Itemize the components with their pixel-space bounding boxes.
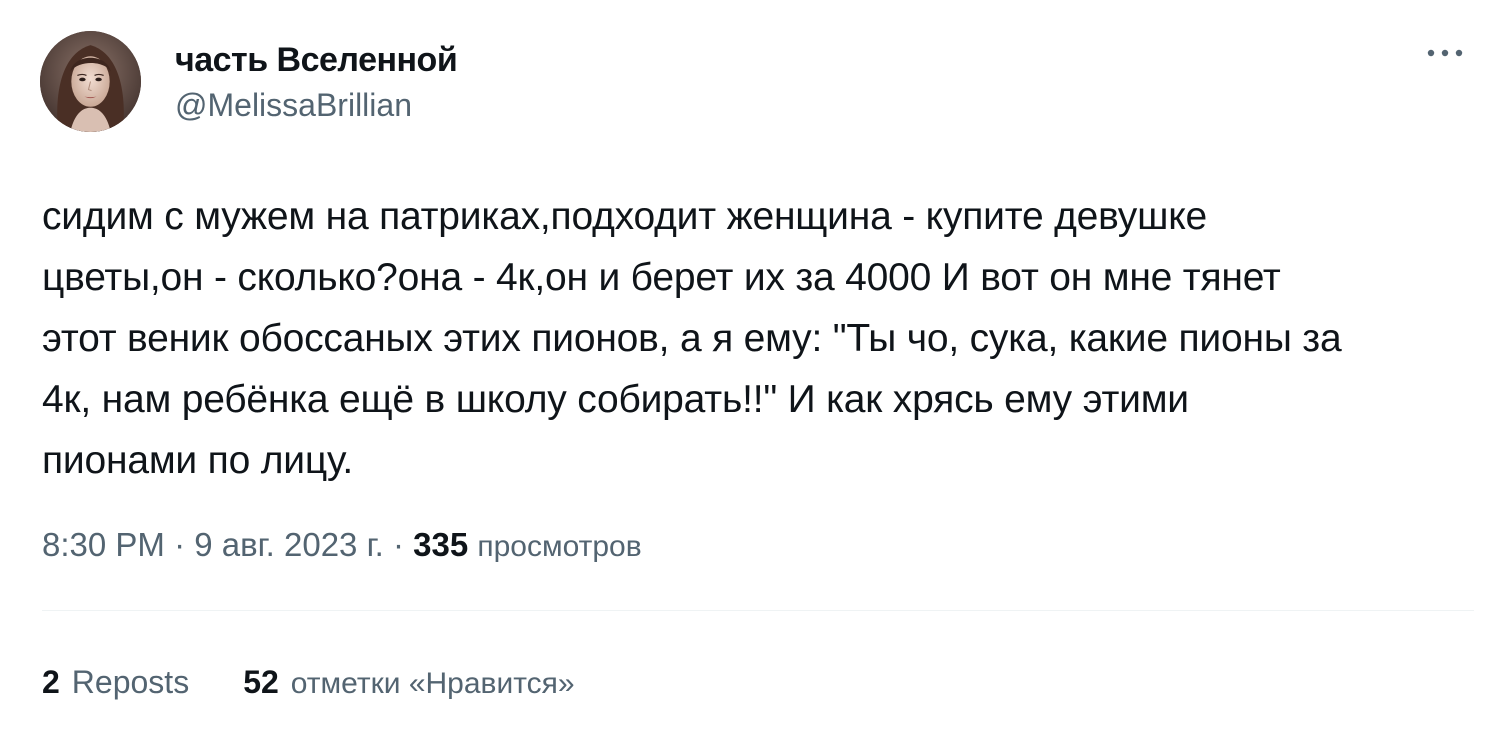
author-handle[interactable]: @MelissaBrillian [175,87,412,124]
more-options-button[interactable] [1420,33,1470,73]
reposts-count: 2 [42,664,60,700]
engagement-stats: 2 Reposts 52 отметки «Нравится» [42,664,575,701]
tweet-date[interactable]: 9 авг. 2023 г. [194,526,384,563]
divider [42,610,1474,611]
likes-label: отметки «Нравится» [290,667,575,700]
tweet-text-line: пионами по лицу. [42,439,354,482]
tweet-text: сидим с мужем на патриках,подходит женщи… [42,186,1482,491]
tweet-text-line: цветы,он - сколько?она - 4к,он и берет и… [42,256,1281,299]
reposts-link[interactable]: 2 Reposts [42,664,189,701]
more-horizontal-icon [1427,49,1463,57]
avatar-photo [40,31,141,132]
tweet-time[interactable]: 8:30 PM [42,526,165,563]
tweet-meta: 8:30 PM · 9 авг. 2023 г. · 335 просмотро… [42,526,642,564]
tweet-text-line: этот веник обоссаных этих пионов, а я ем… [42,317,1342,360]
meta-separator: · [174,526,186,563]
tweet-header: часть Вселенной @MelissaBrillian [40,31,1470,132]
likes-link[interactable]: 52 отметки «Нравится» [243,664,574,701]
views-label: просмотров [477,530,642,563]
author-display-name[interactable]: часть Вселенной [175,41,458,80]
reposts-label: Reposts [71,664,190,700]
tweet-text-line: сидим с мужем на патриках,подходит женщи… [42,195,1207,238]
tweet-text-line: 4к, нам ребёнка ещё в школу собирать!!" … [42,378,1189,421]
likes-count: 52 [243,664,279,700]
avatar[interactable] [40,31,141,132]
views-count: 335 [413,526,469,563]
tweet-card: часть Вселенной @MelissaBrillian сидим с… [0,0,1500,733]
meta-separator: · [392,526,404,563]
